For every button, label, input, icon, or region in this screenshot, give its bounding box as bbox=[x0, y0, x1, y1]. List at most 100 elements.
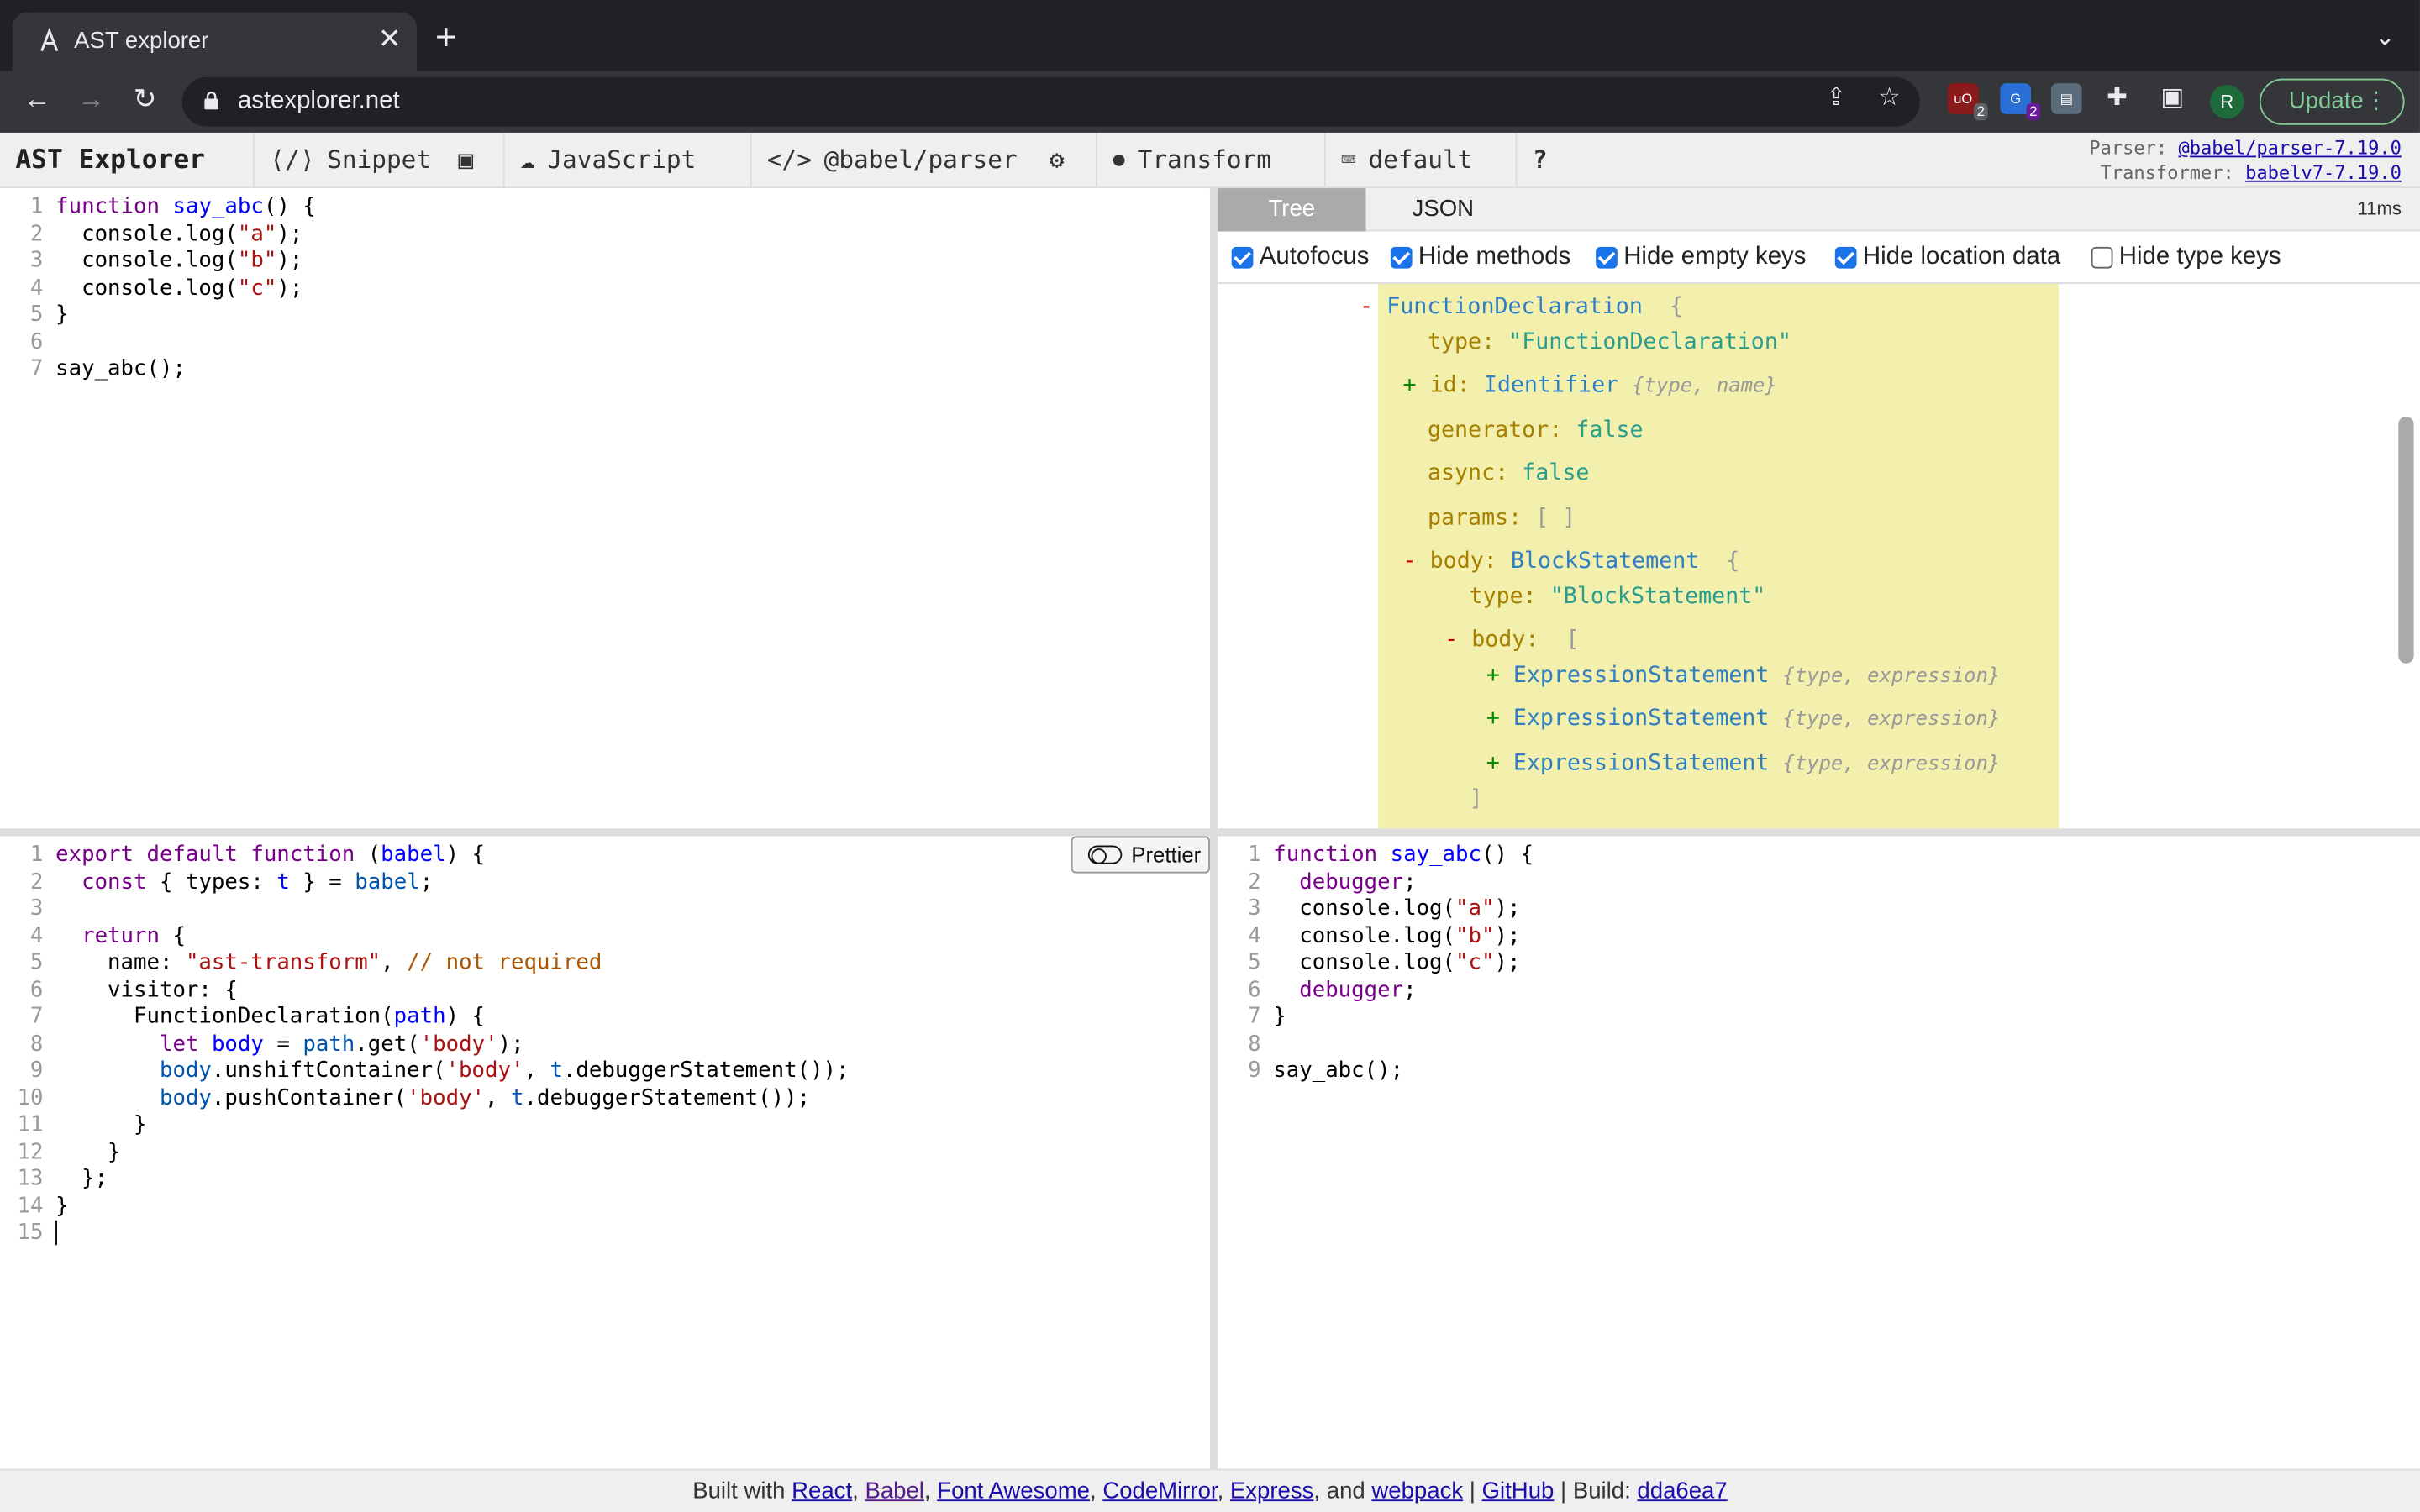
keymap-label: default bbox=[1368, 144, 1473, 175]
option-label: Hide methods bbox=[1418, 244, 1571, 270]
parser-label: @babel/parser bbox=[823, 144, 1018, 175]
browser-tab-bar: AST explorer ✕ + ⌄ bbox=[0, 0, 2420, 71]
tab-tree[interactable]: Tree bbox=[1218, 188, 1366, 232]
tree-node-body[interactable]: - body: BlockStatement { bbox=[1403, 548, 1740, 575]
parse-timing: 11ms bbox=[2357, 197, 2402, 219]
transformer-info-label: Transformer: bbox=[2100, 161, 2234, 184]
tab-json[interactable]: JSON bbox=[1369, 188, 1517, 231]
ghostery-extension-icon[interactable]: G2 bbox=[2000, 83, 2041, 121]
tree-bracket-close: ] bbox=[1469, 786, 1483, 812]
bookmark-star-icon[interactable]: ☆ bbox=[1878, 81, 1900, 113]
option-hide-empty-keys[interactable]: Hide empty keys bbox=[1596, 244, 1806, 271]
ast-options: Autofocus Hide methods Hide empty keys H… bbox=[1218, 232, 2420, 284]
expand-icon[interactable]: + bbox=[1403, 373, 1417, 397]
footer-link-express[interactable]: Express bbox=[1230, 1478, 1314, 1504]
language-select[interactable]: ☁ JavaScript bbox=[502, 132, 712, 189]
footer-prefix: Built with bbox=[692, 1478, 786, 1504]
footer-link-font-awesome[interactable]: Font Awesome bbox=[937, 1478, 1090, 1504]
ublock-extension-icon[interactable]: uO 2 bbox=[1947, 83, 1988, 121]
checkbox[interactable] bbox=[1596, 246, 1618, 269]
ext-badge: 2 bbox=[1974, 103, 1988, 121]
footer-link-codemirror[interactable]: CodeMirror bbox=[1102, 1478, 1217, 1504]
browser-tab[interactable]: AST explorer ✕ bbox=[12, 12, 417, 71]
video-extension-icon[interactable]: ▤ bbox=[2050, 83, 2082, 114]
parser-select[interactable]: </> @babel/parser bbox=[750, 132, 1033, 189]
gear-icon: ⚙ bbox=[1049, 144, 1065, 175]
app-brand: AST Explorer bbox=[15, 144, 205, 176]
tree-prop-params: params: [ ] bbox=[1427, 506, 1576, 531]
checkbox[interactable] bbox=[1834, 246, 1857, 269]
collapse-icon[interactable]: - bbox=[1403, 549, 1417, 574]
footer-link-webpack[interactable]: webpack bbox=[1371, 1478, 1463, 1504]
option-hide-methods[interactable]: Hide methods bbox=[1390, 244, 1571, 271]
tree-prop-generator: generator: false bbox=[1427, 417, 1644, 444]
footer-build-label: Build: bbox=[1572, 1478, 1631, 1504]
astexplorer-favicon-icon bbox=[40, 28, 59, 52]
ast-tabs: Tree JSON 11ms bbox=[1218, 188, 2420, 232]
help-button[interactable]: ? bbox=[1515, 132, 1563, 189]
tree-node-inner-body[interactable]: - body: [ bbox=[1444, 627, 1579, 654]
footer-link-github[interactable]: GitHub bbox=[1482, 1478, 1555, 1504]
option-label: Hide empty keys bbox=[1623, 244, 1807, 270]
tree-node-expression[interactable]: + ExpressionStatement {type, expression} bbox=[1486, 750, 2001, 780]
url-text: astexplorer.net bbox=[237, 87, 400, 114]
ast-scrollbar[interactable] bbox=[2398, 416, 2414, 664]
tab-title: AST explorer bbox=[74, 28, 209, 55]
expand-icon[interactable]: + bbox=[1486, 751, 1500, 775]
side-panel-icon[interactable]: ▣ bbox=[2160, 81, 2184, 113]
help-question-icon: ? bbox=[1532, 144, 1548, 175]
prettier-toggle-button[interactable]: Prettier bbox=[1071, 836, 1210, 874]
option-autofocus[interactable]: Autofocus bbox=[1231, 244, 1370, 271]
collapse-icon[interactable]: - bbox=[1360, 295, 1373, 319]
expand-icon[interactable]: + bbox=[1486, 706, 1500, 731]
save-floppy-icon: ▣ bbox=[458, 144, 474, 175]
checkbox[interactable] bbox=[1390, 246, 1413, 269]
tab-search-chevron-icon[interactable]: ⌄ bbox=[2375, 22, 2396, 53]
prettier-label: Prettier bbox=[1131, 842, 1202, 868]
forward-arrow-icon[interactable]: → bbox=[72, 83, 109, 116]
keymap-select[interactable]: ⌨ default bbox=[1323, 132, 1488, 189]
new-tab-icon[interactable]: + bbox=[435, 19, 457, 57]
transformer-version-link[interactable]: babelv7-7.19.0 bbox=[2245, 162, 2402, 184]
checkbox[interactable] bbox=[2091, 246, 2113, 269]
language-label: JavaScript bbox=[547, 144, 697, 175]
tab-close-icon[interactable]: ✕ bbox=[378, 24, 402, 56]
option-label: Autofocus bbox=[1259, 244, 1370, 270]
source-editor[interactable]: 1 function say_abc() { 2 console.log("a")… bbox=[0, 188, 1210, 829]
parser-settings-button[interactable]: ⚙ bbox=[1040, 133, 1074, 188]
output-editor[interactable]: 1 function say_abc() { 2 debugger; 3 cons… bbox=[1218, 836, 2420, 1469]
option-label: Hide location data bbox=[1862, 244, 2061, 270]
parser-version-link[interactable]: @babel/parser-7.19.0 bbox=[2179, 137, 2402, 159]
profile-avatar[interactable]: R bbox=[2210, 85, 2244, 119]
update-button[interactable]: Update ⋮ bbox=[2259, 78, 2405, 125]
address-bar[interactable]: astexplorer.net bbox=[182, 76, 1920, 127]
extensions-puzzle-icon[interactable]: ✚ bbox=[2107, 81, 2128, 113]
tree-node-expression[interactable]: + ExpressionStatement {type, expression} bbox=[1486, 705, 2001, 734]
checkbox[interactable] bbox=[1231, 246, 1254, 269]
collapse-icon[interactable]: - bbox=[1444, 628, 1458, 653]
save-button[interactable]: ▣ bbox=[449, 133, 482, 188]
toggle-on-icon: ⏺ bbox=[1113, 144, 1125, 175]
browser-toolbar: ← → ↻ astexplorer.net ⇪ ☆ uO 2 G2 ▤ ✚ ▣ R… bbox=[0, 71, 2420, 133]
tree-node-expression[interactable]: + ExpressionStatement {type, expression} bbox=[1486, 662, 2001, 691]
text-cursor bbox=[55, 1220, 57, 1246]
code-brackets-icon: </> bbox=[766, 144, 812, 175]
footer-link-babel[interactable]: Babel bbox=[865, 1478, 923, 1504]
transform-editor[interactable]: 1 export default function (babel) { 2 con… bbox=[0, 836, 1210, 1469]
share-icon[interactable]: ⇪ bbox=[1826, 81, 1847, 113]
app-header: AST Explorer ⟨/⟩ Snippet ▣ ☁ JavaScript </… bbox=[0, 132, 2420, 189]
option-hide-location-data[interactable]: Hide location data bbox=[1834, 244, 2061, 271]
option-label: Hide type keys bbox=[2118, 244, 2281, 270]
reload-icon[interactable]: ↻ bbox=[127, 83, 164, 116]
vertical-splitter[interactable] bbox=[1209, 188, 1218, 1469]
tree-node-root[interactable]: - FunctionDeclaration { bbox=[1360, 293, 1683, 321]
footer-build-hash[interactable]: dda6ea7 bbox=[1637, 1478, 1727, 1504]
snippet-menu[interactable]: ⟨/⟩ Snippet bbox=[253, 132, 446, 189]
back-arrow-icon[interactable]: ← bbox=[18, 83, 55, 116]
tree-node-id[interactable]: + id: Identifier {type, name} bbox=[1403, 372, 1777, 402]
option-hide-type-keys[interactable]: Hide type keys bbox=[2091, 244, 2281, 271]
footer-link-react[interactable]: React bbox=[792, 1478, 852, 1504]
expand-icon[interactable]: + bbox=[1486, 664, 1500, 688]
footer-and: and bbox=[1326, 1478, 1365, 1504]
transform-toggle[interactable]: ⏺ Transform bbox=[1096, 132, 1286, 189]
